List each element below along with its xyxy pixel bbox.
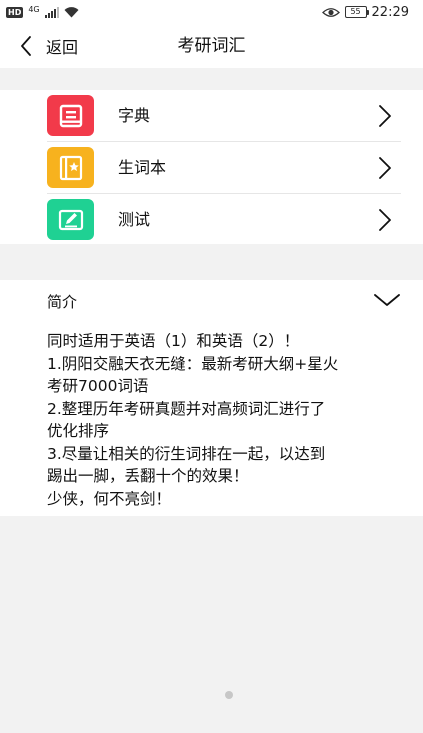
menu-item-vocabulary[interactable]: 生词本 — [0, 142, 423, 193]
intro-header[interactable]: 简介 — [0, 280, 423, 324]
menu-item-label: 生词本 — [118, 158, 167, 177]
menu-item-label: 字典 — [118, 106, 151, 125]
signal-icon — [44, 6, 59, 18]
chevron-right-icon — [379, 209, 391, 231]
back-button[interactable]: 返回 — [20, 32, 78, 60]
status-right: 55 22:29 — [321, 4, 409, 20]
back-label: 返回 — [46, 38, 79, 57]
chevron-right-icon — [379, 105, 391, 127]
wifi-icon — [64, 6, 79, 17]
chevron-down-icon[interactable] — [373, 292, 401, 308]
top-bar: 返回 考研词汇 — [0, 24, 423, 68]
chevron-left-icon — [21, 36, 31, 56]
menu-item-label: 测试 — [118, 210, 151, 229]
hd-badge: HD — [6, 6, 24, 18]
battery-icon: 55 — [344, 6, 369, 18]
vocabulary-book-icon — [47, 147, 94, 188]
menu-list: 字典 生词本 测试 — [0, 90, 423, 244]
intro-title: 简介 — [47, 293, 78, 311]
test-edit-icon — [47, 199, 94, 240]
menu-item-test[interactable]: 测试 — [0, 194, 423, 245]
page-indicator-dot — [225, 691, 233, 699]
dictionary-icon — [47, 95, 94, 136]
clock: 22:29 — [371, 4, 409, 20]
network-type: 4G — [28, 4, 40, 14]
battery-level: 55 — [350, 7, 361, 16]
status-left: HD 4G — [6, 4, 79, 18]
eye-icon — [321, 7, 340, 17]
chevron-right-icon — [379, 157, 391, 179]
status-bar: HD 4G 55 22:29 — [0, 0, 423, 24]
menu-item-dictionary[interactable]: 字典 — [0, 90, 423, 141]
intro-text: 同时适用于英语（1）和英语（2）！ 1.阴阳交融天衣无缝：最新考研大纲+星火 考… — [47, 332, 339, 508]
intro-section: 简介 同时适用于英语（1）和英语（2）！ 1.阴阳交融天衣无缝：最新考研大纲+星… — [0, 280, 423, 516]
